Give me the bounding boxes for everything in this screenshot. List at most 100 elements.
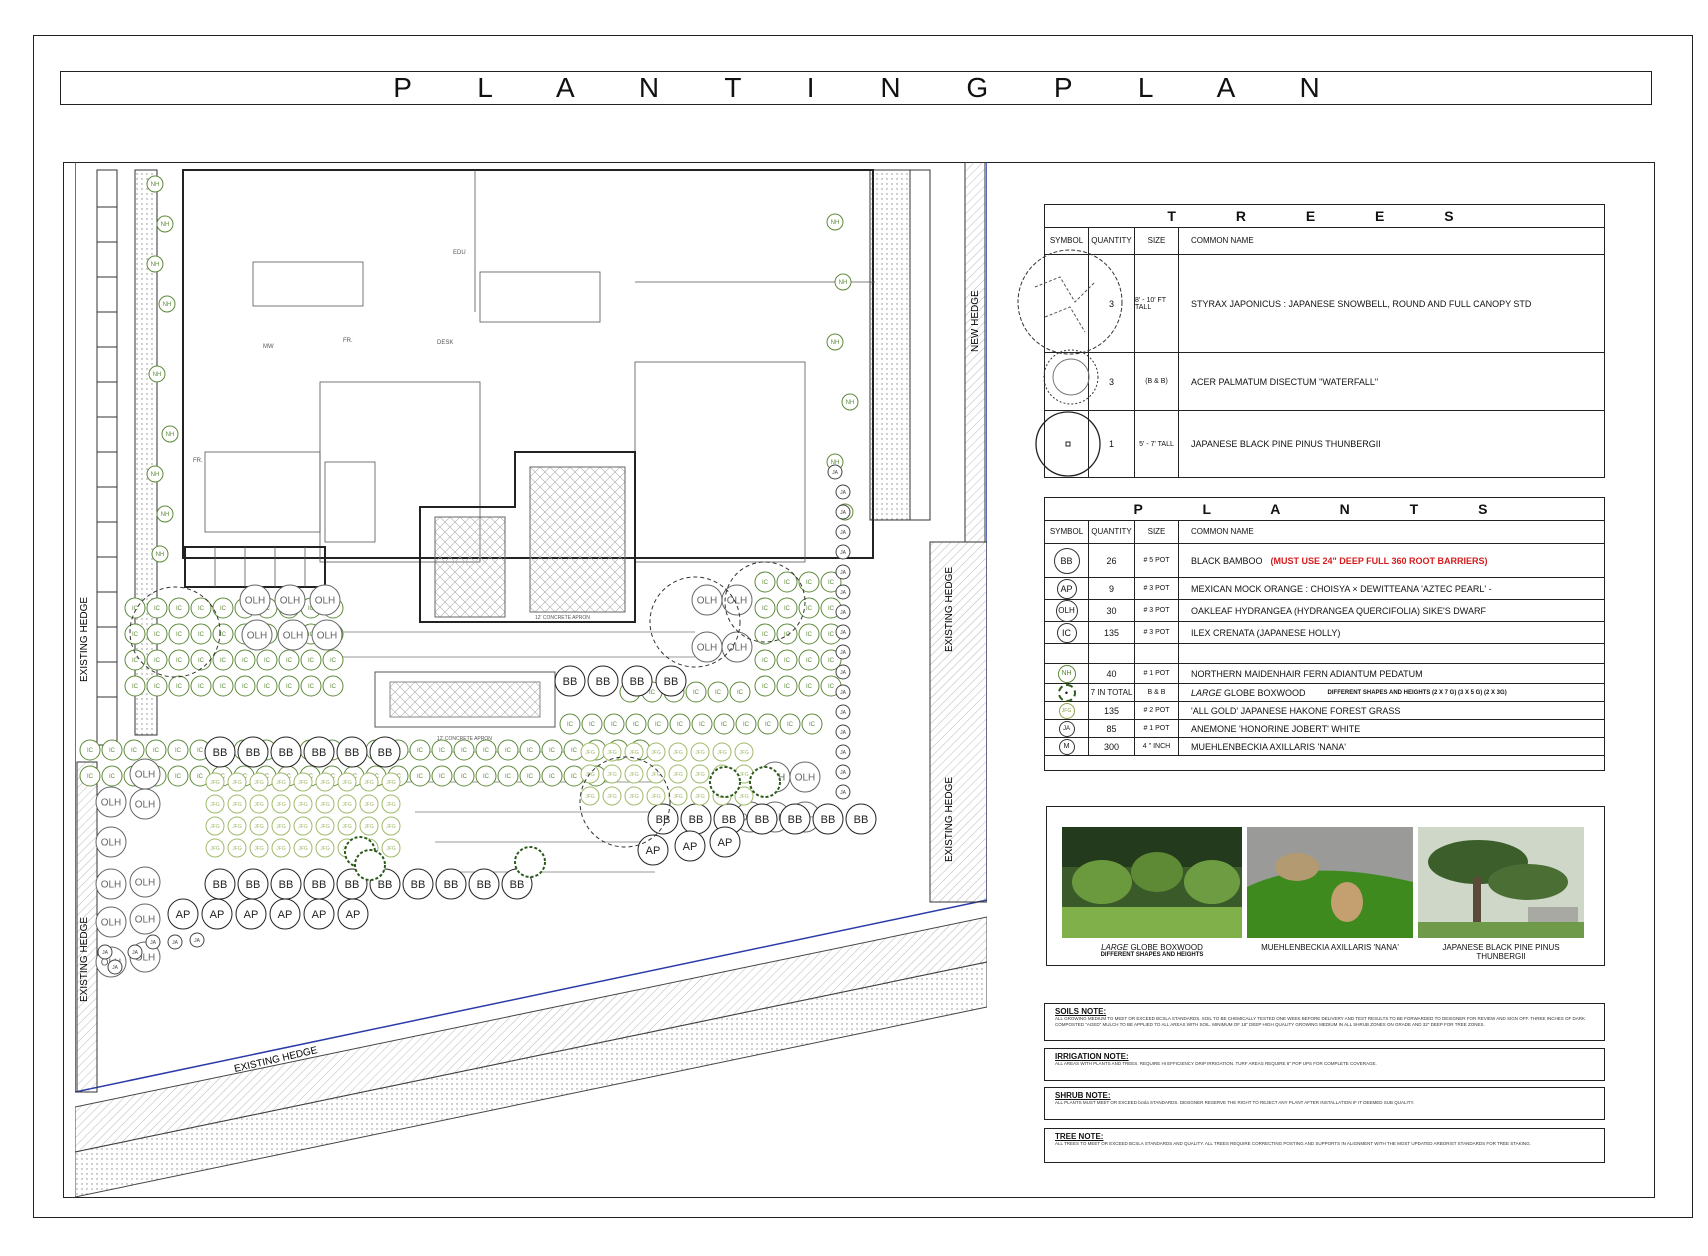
- plant-symbol: AP: [303, 898, 335, 930]
- plant-symbol: IC: [729, 681, 751, 703]
- tree-row: 1 5' - 7' TALL JAPANESE BLACK PINE PINUS…: [1035, 411, 1604, 477]
- plant-row-olh: OLH 30 # 3 POT OAKLEAF HYDRANGEA (HYDRAN…: [1045, 599, 1604, 622]
- plant-symbol-tag: JFG: [276, 780, 286, 786]
- acer-symbol: [1043, 349, 1099, 410]
- plant-symbol-tag: IC: [809, 722, 816, 728]
- plant-symbol: IC: [123, 739, 145, 761]
- title-bar: P L A N T I N G P L A N: [60, 71, 1652, 105]
- plant-symbol-tag: OLH: [135, 770, 156, 781]
- plant-symbol-tag: IC: [611, 722, 618, 728]
- plant-symbol: JA: [835, 584, 851, 600]
- plant-symbol-tag: NH: [839, 280, 848, 286]
- ja-symbol-icon: JA: [1058, 720, 1075, 737]
- plant-symbol-tag: NH: [846, 400, 855, 406]
- plant-symbol: JFG: [271, 772, 291, 792]
- plant-symbol: NH: [841, 393, 859, 411]
- tree-row: 3 (B & B) ACER PALMATUM DISECTUM "WATERF…: [1043, 349, 1604, 411]
- plant-symbol-tag: IC: [131, 748, 138, 754]
- plant-name: BLACK BAMBOO: [1191, 555, 1263, 566]
- plant-symbol: IC: [124, 675, 146, 697]
- new-hedge-label: NEW HEDGE: [970, 290, 981, 352]
- plant-symbol: BB: [270, 868, 302, 900]
- plant-symbol-tag: IC: [242, 658, 249, 664]
- plant-symbol: JFG: [249, 838, 269, 858]
- ic-symbol-icon: IC: [1056, 622, 1077, 643]
- plants-size-header: SIZE: [1135, 520, 1179, 543]
- plant-size: # 2 POT: [1135, 702, 1179, 719]
- plant-symbol-tag: JFG: [298, 846, 308, 852]
- existing-hedge-right-upper-label: EXISTING HEDGE: [944, 567, 955, 652]
- plant-symbol: JFG: [293, 794, 313, 814]
- plant-symbol-tag: JA: [172, 940, 179, 946]
- plant-symbol: IC: [212, 675, 234, 697]
- plants-header-row: SYMBOL QUANTITY SIZE COMMON NAME: [1045, 520, 1604, 544]
- plant-symbol-tag: IC: [308, 658, 315, 664]
- plant-size: # 3 POT: [1135, 622, 1179, 643]
- plant-symbol-tag: NH: [153, 372, 162, 378]
- muehlenbeckia-photo: [1247, 827, 1413, 938]
- plant-symbol: IC: [519, 765, 541, 787]
- plant-symbol-tag: BB: [213, 879, 228, 891]
- plant-symbol: JA: [97, 944, 113, 960]
- plant-symbol-tag: BB: [788, 814, 803, 826]
- plant-symbol-tag: IC: [828, 658, 835, 664]
- plant-symbol-tag: AP: [718, 837, 733, 849]
- plant-symbol: JA: [835, 544, 851, 560]
- plant-symbol-tag: IC: [762, 658, 769, 664]
- plant-symbol-tag: OLH: [317, 631, 338, 642]
- plant-symbol: JA: [835, 684, 851, 700]
- plant-symbol: JFG: [205, 794, 225, 814]
- plant-symbol: NH: [151, 545, 169, 563]
- plant-symbol: NH: [146, 255, 164, 273]
- plant-symbol: JFG: [734, 742, 754, 762]
- plant-symbol: NH: [158, 295, 176, 313]
- plant-symbol: AP: [337, 898, 369, 930]
- plant-symbol: JFG: [359, 794, 379, 814]
- plant-symbol-tag: IC: [330, 658, 337, 664]
- desk-label: DESK: [437, 340, 453, 346]
- plant-symbol: IC: [79, 739, 101, 761]
- plant-symbol-tag: OLH: [135, 878, 156, 889]
- plant-symbol: IC: [541, 739, 563, 761]
- plant-symbol: JFG: [690, 764, 710, 784]
- plant-symbol: JA: [835, 624, 851, 640]
- plant-symbol-tag: IC: [677, 722, 684, 728]
- plant-symbol-tag: JA: [840, 690, 847, 696]
- jfg-symbol-icon: JFG: [1058, 702, 1075, 719]
- plant-symbol-tag: JA: [840, 790, 847, 796]
- plant-symbol: IC: [167, 739, 189, 761]
- plant-name: ILEX CRENATA (JAPANESE HOLLY): [1191, 627, 1341, 638]
- plant-symbol-tag: JFG: [673, 750, 683, 756]
- plant-symbol-tag: JFG: [320, 780, 330, 786]
- plant-symbol-tag: NH: [163, 302, 172, 308]
- plant-symbol-tag: JA: [132, 950, 139, 956]
- plant-symbol-tag: AP: [346, 909, 361, 921]
- plant-symbol-tag: IC: [461, 774, 468, 780]
- existing-hedge-right-lower-label: EXISTING HEDGE: [944, 777, 955, 862]
- plant-symbol: IC: [776, 649, 798, 671]
- plant-symbol: JFG: [646, 786, 666, 806]
- plant-symbol-tag: BB: [312, 747, 327, 759]
- plant-quantity: 7 IN TOTAL: [1089, 684, 1135, 701]
- plant-symbol-tag: JFG: [673, 794, 683, 800]
- caption-italic: LARGE: [1101, 943, 1129, 952]
- boxwood-sizes: DIFFERENT SHAPES AND HEIGHTS (2 X 7 G) (…: [1327, 689, 1507, 696]
- plant-symbol-tag: AP: [176, 909, 191, 921]
- plant-symbol-tag: IC: [567, 722, 574, 728]
- plant-symbol: JFG: [249, 816, 269, 836]
- plant-symbol-tag: IC: [505, 774, 512, 780]
- plant-symbol-tag: OLH: [283, 631, 304, 642]
- plant-symbol: NH: [146, 465, 164, 483]
- plant-symbol-tag: JA: [840, 550, 847, 556]
- plant-symbol-tag: IC: [198, 684, 205, 690]
- plant-symbol: BB: [303, 868, 335, 900]
- plant-symbol-tag: JA: [840, 730, 847, 736]
- sheet-title: P L A N T I N G P L A N: [393, 72, 1349, 103]
- plant-symbol-tag: BB: [689, 814, 704, 826]
- plant-symbol-tag: IC: [198, 658, 205, 664]
- caption-sub: DIFFERENT SHAPES AND HEIGHTS: [1100, 952, 1204, 958]
- plant-symbol: BB: [647, 803, 679, 835]
- note-heading: SOILS NOTE:: [1055, 1007, 1107, 1016]
- plant-symbol: IC: [475, 739, 497, 761]
- boxwood-globe: [354, 849, 386, 881]
